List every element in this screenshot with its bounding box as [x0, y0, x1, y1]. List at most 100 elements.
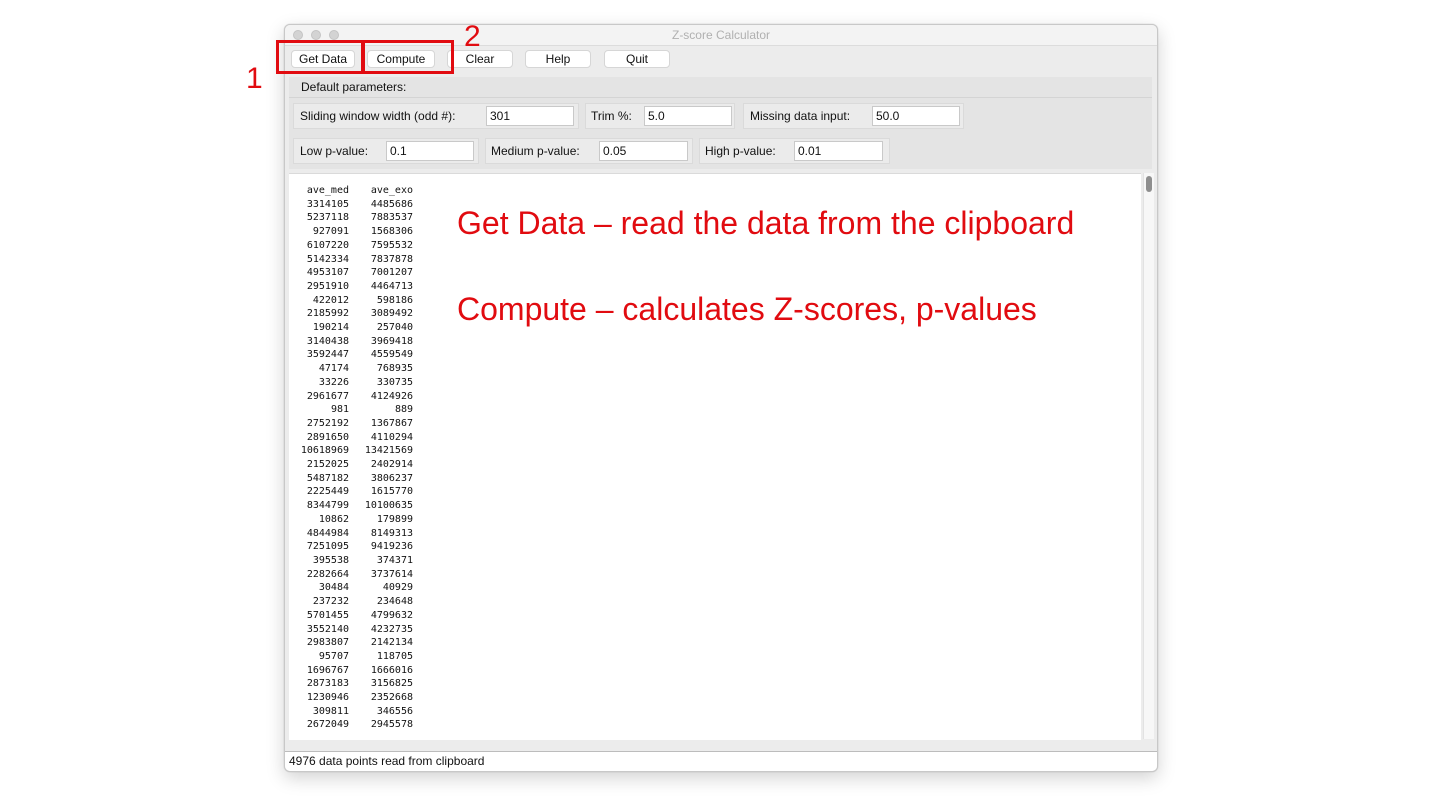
data-cell: 2752192: [306, 417, 349, 429]
data-cell: 927091: [312, 226, 349, 238]
data-cell: 4953107: [306, 267, 349, 279]
medium-p-group: Medium p-value: 0.05: [485, 138, 693, 164]
high-p-group: High p-value: 0.01: [699, 138, 890, 164]
data-cell: 2945578: [370, 719, 413, 731]
data-cell: 2225449: [306, 486, 349, 498]
data-cell: 768935: [376, 363, 413, 375]
compute-highlight-box: [362, 40, 454, 74]
data-cell: 7837878: [370, 253, 413, 265]
medium-p-label: Medium p-value:: [491, 144, 580, 158]
data-cell: 5142334: [306, 253, 349, 265]
quit-button[interactable]: Quit: [604, 50, 670, 68]
data-cell: 2282664: [306, 568, 349, 580]
data-cell: 3089492: [370, 308, 413, 320]
data-cell: 7883537: [370, 212, 413, 224]
get-data-note: Get Data – read the data from the clipbo…: [457, 205, 1075, 241]
data-cell: 309811: [312, 705, 349, 717]
column-header: ave_med: [306, 185, 349, 196]
status-bar: 4976 data points read from clipboard: [285, 751, 1157, 771]
data-cell: 7251095: [306, 541, 349, 553]
data-cell: 237232: [312, 596, 349, 608]
trim-group: Trim %: 5.0: [585, 103, 735, 129]
data-cell: 3156825: [370, 678, 413, 690]
data-cell: 10618969: [300, 445, 349, 457]
vertical-scrollbar[interactable]: [1143, 173, 1154, 739]
ave-med-column: ave_med 3314105 5237118 927091 6107220 514233…: [289, 184, 349, 732]
data-cell: 4844984: [306, 527, 349, 539]
step-1-number: 1: [246, 62, 263, 95]
data-cell: 118705: [376, 650, 413, 662]
data-cell: 4464713: [370, 280, 413, 292]
data-cell: 4559549: [370, 349, 413, 361]
data-cell: 2152025: [306, 459, 349, 471]
help-button[interactable]: Help: [525, 50, 591, 68]
ave-exo-column: ave_exo 4485686 7883537 1568306 7595532 78378…: [353, 184, 413, 732]
high-p-input[interactable]: 0.01: [794, 141, 883, 161]
data-cell: 234648: [376, 596, 413, 608]
data-cell: 3552140: [306, 623, 349, 635]
column-header: ave_exo: [370, 185, 413, 196]
window-width-group: Sliding window width (odd #): 301: [293, 103, 579, 129]
data-cell: 981: [330, 404, 349, 416]
data-cell: 395538: [312, 554, 349, 566]
data-cell: 4124926: [370, 390, 413, 402]
data-cell: 1568306: [370, 226, 413, 238]
data-cell: 7001207: [370, 267, 413, 279]
data-cell: 10862: [318, 513, 349, 525]
data-cell: 257040: [376, 322, 413, 334]
data-cell: 6107220: [306, 239, 349, 251]
data-cell: 13421569: [364, 445, 413, 457]
data-cell: 3737614: [370, 568, 413, 580]
data-cell: 2891650: [306, 431, 349, 443]
window-width-label: Sliding window width (odd #):: [300, 109, 456, 123]
data-cell: 47174: [318, 363, 349, 375]
default-parameters-panel: Default parameters: Sliding window width…: [289, 77, 1152, 169]
data-cell: 8344799: [306, 500, 349, 512]
low-p-label: Low p-value:: [300, 144, 369, 158]
trim-input[interactable]: 5.0: [644, 106, 732, 126]
data-cell: 4110294: [370, 431, 413, 443]
medium-p-input[interactable]: 0.05: [599, 141, 688, 161]
data-cell: 2951910: [306, 280, 349, 292]
data-cell: 2402914: [370, 459, 413, 471]
window-width-input[interactable]: 301: [486, 106, 574, 126]
data-cell: 3140438: [306, 335, 349, 347]
data-cell: 33226: [318, 376, 349, 388]
data-cell: 4799632: [370, 609, 413, 621]
data-cell: 2185992: [306, 308, 349, 320]
low-p-group: Low p-value: 0.1: [293, 138, 479, 164]
step-2-number: 2: [464, 20, 481, 53]
data-cell: 5237118: [306, 212, 349, 224]
data-cell: 598186: [376, 294, 413, 306]
missing-data-input[interactable]: 50.0: [872, 106, 960, 126]
trim-label: Trim %:: [591, 109, 632, 123]
divider: [289, 97, 1152, 98]
data-cell: 9419236: [370, 541, 413, 553]
data-cell: 2961677: [306, 390, 349, 402]
data-cell: 1696767: [306, 664, 349, 676]
data-cell: 2142134: [370, 637, 413, 649]
data-cell: 40929: [382, 582, 413, 594]
compute-note: Compute – calculates Z-scores, p-values: [457, 291, 1037, 327]
missing-data-group: Missing data input: 50.0: [743, 103, 964, 129]
data-cell: 4485686: [370, 198, 413, 210]
data-cell: 374371: [376, 554, 413, 566]
data-cell: 330735: [376, 376, 413, 388]
data-cell: 179899: [376, 513, 413, 525]
scrollbar-thumb[interactable]: [1146, 176, 1152, 192]
data-cell: 3806237: [370, 472, 413, 484]
low-p-input[interactable]: 0.1: [386, 141, 474, 161]
missing-data-label: Missing data input:: [750, 109, 851, 123]
data-cell: 2352668: [370, 692, 413, 704]
parameters-title: Default parameters:: [301, 80, 407, 94]
data-cell: 190214: [312, 322, 349, 334]
high-p-label: High p-value:: [705, 144, 776, 158]
data-text-area[interactable]: ave_med 3314105 5237118 927091 6107220 514233…: [289, 173, 1141, 740]
data-cell: 3314105: [306, 198, 349, 210]
data-cell: 4232735: [370, 623, 413, 635]
data-cell: 3592447: [306, 349, 349, 361]
data-cell: 7595532: [370, 239, 413, 251]
data-cell: 1230946: [306, 692, 349, 704]
get-data-highlight-box: [276, 40, 364, 74]
data-cell: 2672049: [306, 719, 349, 731]
